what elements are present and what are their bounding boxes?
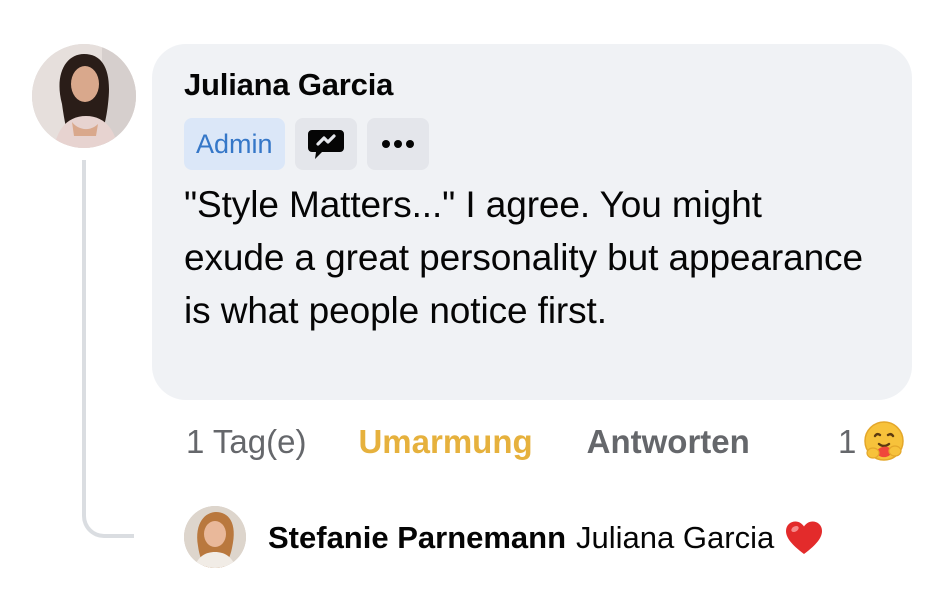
react-button[interactable]: Umarmung bbox=[358, 423, 532, 461]
red-heart-icon bbox=[786, 521, 823, 554]
avatar[interactable] bbox=[32, 44, 136, 148]
badge-row: Admin bbox=[184, 118, 880, 170]
comment-author[interactable]: Juliana Garcia bbox=[184, 66, 880, 104]
comment-bubble: Juliana Garcia Admin "Style Matters..." … bbox=[152, 44, 912, 400]
reaction-count: 1 bbox=[838, 423, 857, 460]
reaction-summary[interactable]: 1 bbox=[838, 418, 906, 466]
admin-badge[interactable]: Admin bbox=[184, 118, 285, 170]
ellipsis-icon[interactable] bbox=[366, 118, 429, 170]
comment-actions: 1 Tag(e) Umarmung Antworten bbox=[186, 418, 750, 466]
comment-thread: Juliana Garcia Admin "Style Matters..." … bbox=[0, 0, 945, 591]
reply-button[interactable]: Antworten bbox=[587, 423, 750, 461]
avatar-photo bbox=[32, 44, 136, 148]
reply-author[interactable]: Stefanie Parnemann bbox=[268, 520, 566, 556]
reply-avatar[interactable] bbox=[184, 506, 246, 568]
comment-text: "Style Matters..." I agree. You might ex… bbox=[184, 184, 863, 331]
care-hug-emoji-icon bbox=[864, 421, 905, 461]
reply-mention: Juliana Garcia bbox=[576, 520, 775, 555]
comment-timestamp[interactable]: 1 Tag(e) bbox=[186, 423, 306, 461]
thread-connector bbox=[82, 160, 134, 538]
reply-preview[interactable]: Stefanie Parnemann Juliana Garcia bbox=[268, 516, 824, 560]
reply-avatar-photo bbox=[184, 506, 246, 568]
chat-bubble-icon[interactable] bbox=[294, 118, 357, 170]
